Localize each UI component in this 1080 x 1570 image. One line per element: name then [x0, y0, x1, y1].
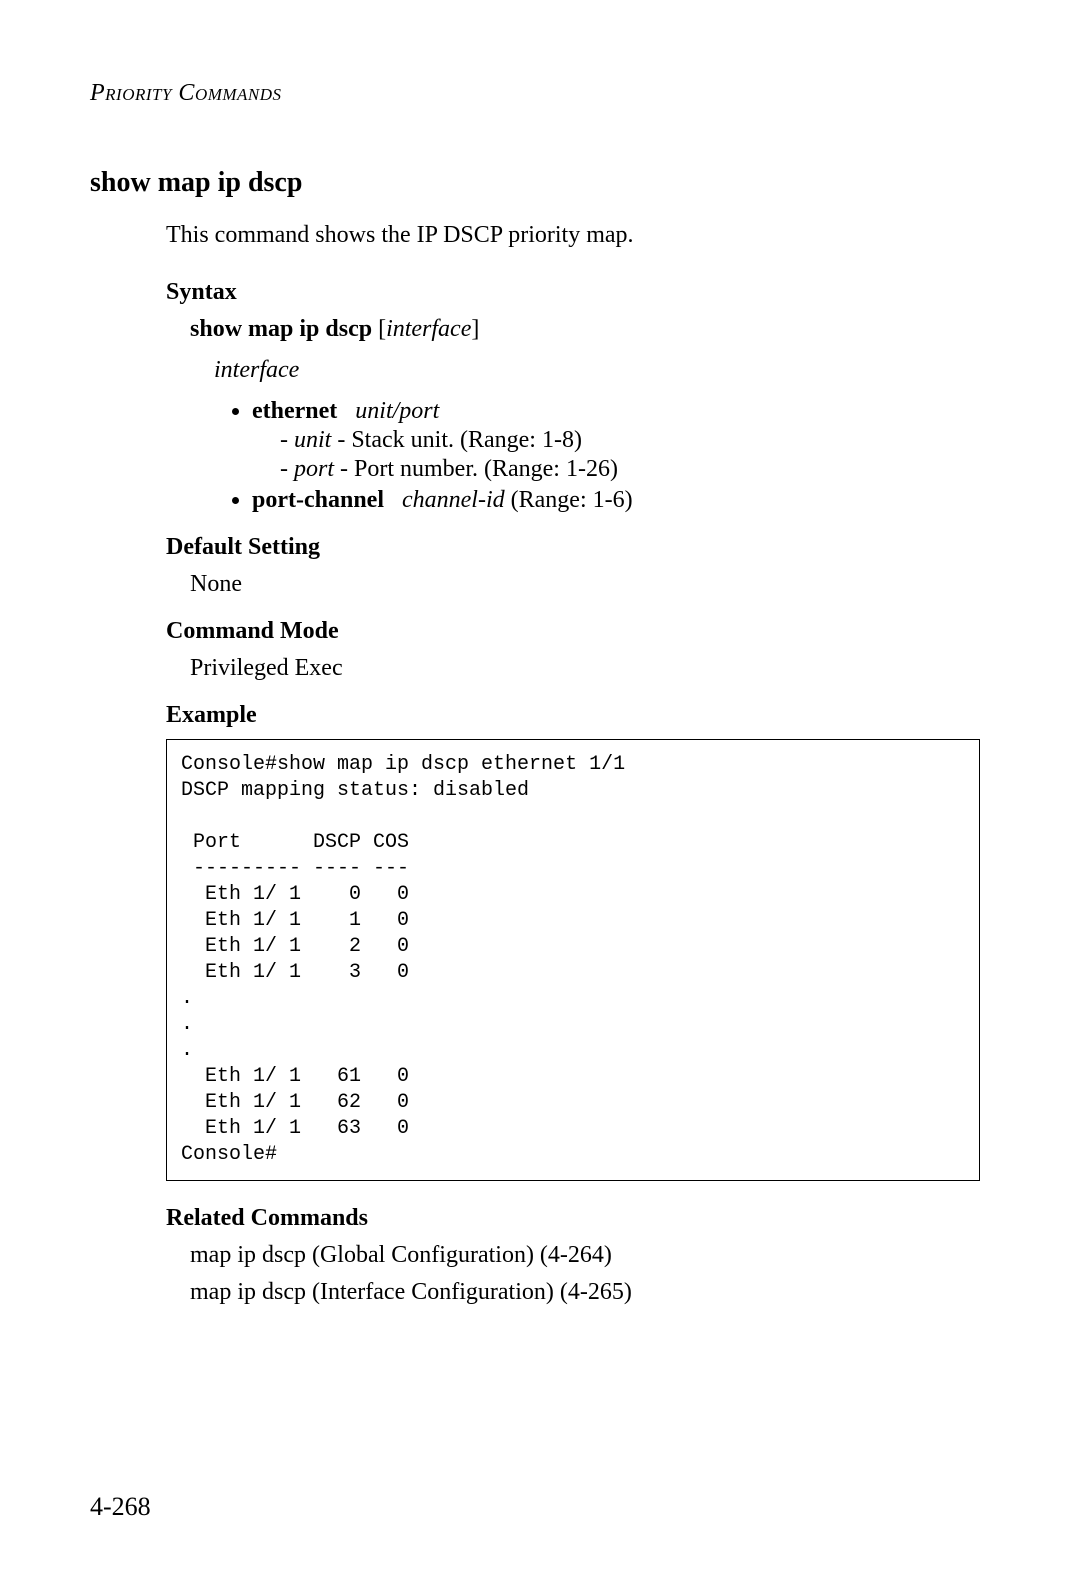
port-row: port - Port number. (Range: 1-26) — [280, 456, 980, 483]
syntax-keyword: show map ip dscp — [190, 316, 372, 342]
mode-heading: Command Mode — [166, 618, 980, 645]
running-head: Priority Commands — [90, 80, 980, 107]
option-port-channel: port-channel channel-id (Range: 1-6) — [252, 487, 980, 514]
example-code: Console#show map ip dscp ethernet 1/1 DS… — [166, 739, 980, 1181]
command-description: This command shows the IP DSCP priority … — [166, 219, 980, 251]
syntax-line: show map ip dscp [interface] — [190, 316, 980, 343]
ethernet-args: unit/port — [355, 398, 439, 424]
interface-label: interface — [214, 357, 980, 384]
port-channel-keyword: port-channel — [252, 487, 384, 513]
option-ethernet: ethernet unit/port unit - Stack unit. (R… — [252, 398, 980, 483]
port-channel-arg: channel-id — [402, 487, 505, 513]
related-line-1: map ip dscp (Interface Configuration) (4… — [190, 1279, 980, 1306]
example-heading: Example — [166, 702, 980, 729]
ethernet-subargs: unit - Stack unit. (Range: 1-8) port - P… — [280, 427, 980, 483]
default-value: None — [190, 571, 980, 598]
related-heading: Related Commands — [166, 1205, 980, 1232]
command-title: show map ip dscp — [90, 167, 980, 199]
default-heading: Default Setting — [166, 534, 980, 561]
mode-value: Privileged Exec — [190, 655, 980, 682]
ethernet-keyword: ethernet — [252, 398, 337, 424]
syntax-heading: Syntax — [166, 279, 980, 306]
body-column: This command shows the IP DSCP priority … — [166, 219, 980, 1306]
unit-desc: - Stack unit. (Range: 1-8) — [331, 427, 582, 453]
unit-row: unit - Stack unit. (Range: 1-8) — [280, 427, 980, 454]
port-channel-tail: (Range: 1-6) — [505, 487, 633, 513]
port-param: port — [294, 456, 334, 482]
page: Priority Commands show map ip dscp This … — [0, 0, 1080, 1570]
bracket-close: ] — [471, 316, 479, 342]
port-desc: - Port number. (Range: 1-26) — [334, 456, 618, 482]
page-number: 4-268 — [90, 1492, 151, 1522]
interface-option-list: ethernet unit/port unit - Stack unit. (R… — [166, 398, 980, 514]
unit-param: unit — [294, 427, 331, 453]
bracket-open: [ — [372, 316, 386, 342]
syntax-param-interface: interface — [386, 316, 471, 342]
related-line-0: map ip dscp (Global Configuration) (4-26… — [190, 1242, 980, 1269]
